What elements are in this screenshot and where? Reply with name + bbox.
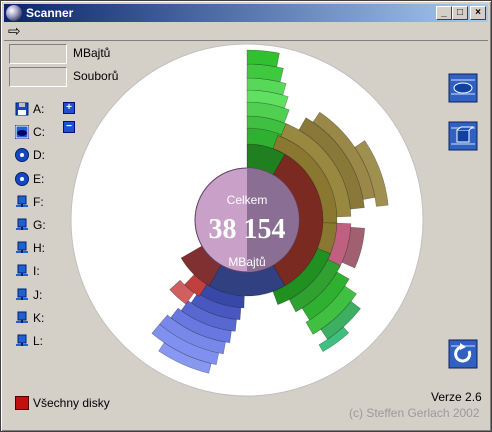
window-title: Scanner — [26, 6, 74, 20]
scan-drive-button[interactable] — [448, 73, 478, 103]
network-drive-icon — [16, 218, 28, 230]
drive-letter-label: D: — [33, 148, 45, 162]
drive-letter-label: I: — [33, 264, 40, 278]
drive-letter-label: J: — [33, 288, 43, 302]
files-value-box — [9, 67, 67, 87]
harddisk-icon — [15, 125, 29, 139]
cdrom-icon — [15, 148, 29, 162]
scanner-window: Scanner _ □ × ⇨ MBajtů Souborů A: C: D: E: F… — [0, 0, 492, 432]
drive-letter-label: G: — [33, 218, 46, 232]
network-drive-icon — [16, 288, 28, 300]
sunburst-segment[interactable] — [246, 49, 280, 68]
refresh-button[interactable] — [448, 339, 478, 369]
title-bar[interactable]: Scanner _ □ × — [4, 4, 488, 22]
drive-letter-label: C: — [33, 125, 45, 139]
all-drives-label: Všechny disky — [33, 396, 110, 410]
drive-letter-label: A: — [33, 102, 45, 116]
network-drive-icon — [16, 311, 28, 323]
center-top-label: Celkem — [227, 193, 268, 207]
disk-usage-sunburst[interactable]: Celkem 38 154 MBajtů — [69, 42, 425, 398]
close-button[interactable]: × — [470, 6, 486, 20]
refresh-icon — [448, 339, 478, 369]
center-unit-label: MBajtů — [228, 255, 265, 269]
drive-letter-label: H: — [33, 241, 45, 255]
scan-folder-button[interactable] — [448, 121, 478, 151]
sunburst-chart[interactable]: Celkem 38 154 MBajtů — [69, 42, 425, 398]
network-drive-icon — [16, 195, 28, 207]
network-drive-icon — [16, 334, 28, 346]
drive-letter-label: K: — [33, 311, 45, 325]
network-drive-icon — [16, 264, 28, 276]
harddisk-scan-icon — [448, 73, 478, 103]
app-icon — [6, 5, 22, 21]
toolbar: ⇨ — [4, 23, 488, 41]
all-drives-icon — [15, 396, 29, 410]
drive-letter-label: F: — [33, 195, 44, 209]
box-icon — [448, 121, 478, 151]
size-value-box — [9, 44, 67, 64]
version-label: Verze 2.6 — [431, 390, 482, 404]
copyright-label: (c) Steffen Gerlach 2002 — [349, 406, 480, 420]
minimize-button[interactable]: _ — [436, 6, 452, 20]
cdrom-icon — [15, 172, 29, 186]
maximize-button[interactable]: □ — [452, 6, 468, 20]
floppy-icon — [15, 102, 29, 116]
network-drive-icon — [16, 241, 28, 253]
right-arrow-icon[interactable]: ⇨ — [8, 24, 21, 39]
drive-letter-label: E: — [33, 172, 45, 186]
drive-letter-label: L: — [33, 334, 44, 348]
center-total-value: 38 154 — [209, 214, 286, 245]
